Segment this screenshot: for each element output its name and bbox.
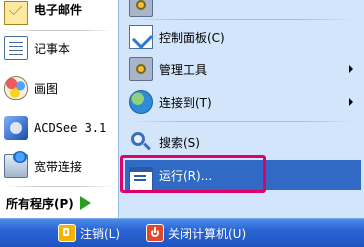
menu-item-broadband[interactable]: 宽带连接 [0, 149, 118, 183]
run-icon [129, 167, 153, 191]
separator [6, 186, 112, 187]
menu-item-connect-to[interactable]: 连接到(T) [125, 87, 361, 117]
green-arrow-icon [79, 196, 91, 210]
search-icon [129, 130, 153, 154]
menu-item-label: 运行(R)... [159, 168, 213, 183]
separator [129, 121, 355, 122]
all-programs-label: 所有程序(P) [6, 196, 74, 211]
mail-icon [4, 1, 28, 25]
admin-tools-icon [129, 57, 153, 81]
broadband-connection-icon [4, 151, 28, 178]
shutdown-icon [146, 224, 164, 242]
menu-item-run[interactable]: 运行(R)... [125, 160, 361, 191]
paint-icon [4, 76, 28, 100]
menu-item-label: ACDSee 3.1 [34, 121, 107, 135]
menu-item-label: 宽带连接 [34, 159, 83, 174]
menu-item-label: 电子邮件 [34, 2, 83, 17]
shutdown-label: 关闭计算机(U) [168, 226, 247, 241]
connect-to-icon [129, 90, 153, 114]
menu-item-search[interactable]: 搜索(S) [125, 127, 361, 157]
computer-icon [129, 0, 153, 17]
menu-item-control-panel[interactable]: 控制面板(C) [125, 22, 361, 52]
separator [129, 19, 355, 20]
menu-item-label: 连接到(T) [159, 95, 212, 110]
submenu-arrow-icon [349, 98, 353, 106]
menu-item-label: 记事本 [34, 41, 71, 56]
menu-item-admin-tools[interactable]: 管理工具 [125, 54, 361, 84]
logoff-button[interactable]: 注销(L) [58, 223, 120, 243]
left-pinned-programs: 电子邮件 记事本 画图 ACDSee 3.1 宽带连接 所有程序(P) [0, 0, 118, 218]
control-panel-icon [129, 25, 153, 49]
start-menu-footer: 注销(L) 关闭计算机(U) [0, 218, 364, 247]
menu-item-notepad[interactable]: 记事本 [0, 31, 118, 65]
submenu-arrow-icon [349, 65, 353, 73]
menu-item-my-computer-partial[interactable] [125, 0, 361, 20]
acdsee-icon [4, 116, 28, 140]
menu-item-acdsee[interactable]: ACDSee 3.1 [0, 111, 118, 145]
notepad-icon [4, 36, 28, 60]
menu-item-label: 画图 [34, 81, 59, 96]
menu-item-label: 管理工具 [159, 62, 208, 77]
shutdown-button[interactable]: 关闭计算机(U) [146, 223, 246, 243]
all-programs-button[interactable]: 所有程序(P) [0, 190, 118, 216]
logoff-icon [58, 224, 76, 242]
menu-item-paint[interactable]: 画图 [0, 71, 118, 105]
menu-item-email[interactable]: 电子邮件 [0, 0, 118, 26]
menu-item-label: 控制面板(C) [159, 30, 225, 45]
menu-item-label: 搜索(S) [159, 135, 200, 150]
right-system-links: 控制面板(C) 管理工具 连接到(T) 搜索(S) 运行(R)... [118, 0, 364, 218]
logoff-label: 注销(L) [80, 226, 121, 241]
